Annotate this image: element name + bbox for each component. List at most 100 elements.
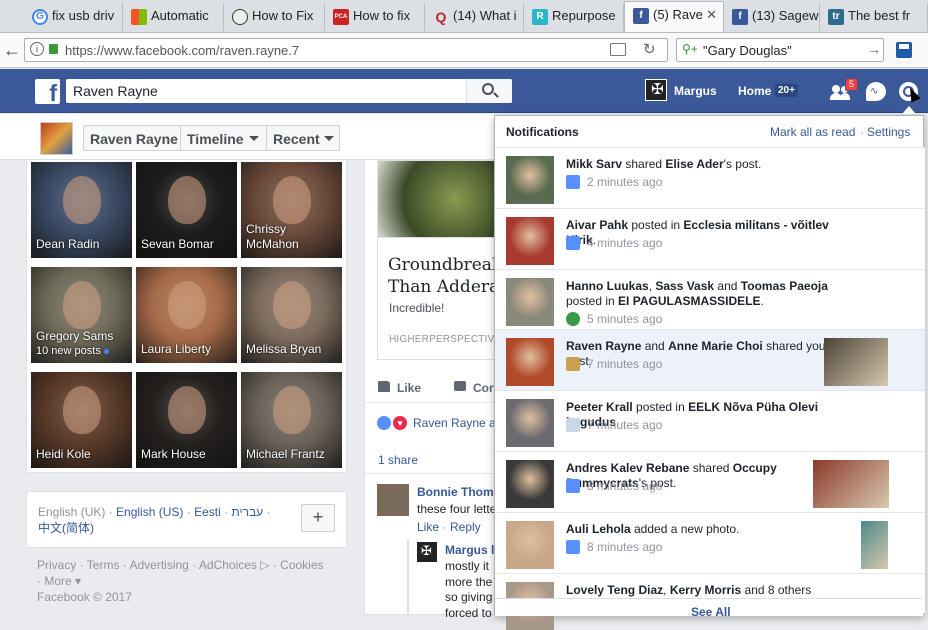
tab-title: Repurpose [552,8,616,23]
browser-search-text[interactable]: "Gary Douglas" [703,43,792,58]
notifications-settings-link[interactable]: Settings [867,125,910,139]
info-icon[interactable]: i [30,42,44,56]
see-all-link[interactable]: See All [691,605,731,619]
notification-item[interactable]: Peeter Krall posted in EELK Nõva Püha Ol… [495,390,925,451]
friend-name[interactable]: Gregory Sams 10 new posts [36,329,113,359]
footer-link[interactable]: More [44,574,71,588]
tab-title: Automatic [151,8,209,23]
footer-link[interactable]: Advertising [129,558,188,572]
browser-tab[interactable]: f (13) Sagew [724,3,820,31]
friend-photo[interactable]: Chrissy McMahon [241,162,342,258]
profile-name-button[interactable]: Raven Rayne [90,131,178,147]
friend-photo[interactable]: Melissa Bryan [241,267,342,363]
friend-photo[interactable]: Heidi Kole [31,372,132,468]
browser-tab[interactable]: How to Fix [224,3,325,31]
comment-author[interactable]: Bonnie Thoma [417,485,500,499]
notification-item[interactable]: Mikk Sarv shared Elise Ader's post. 2 min… [495,147,925,208]
facebook-search-button[interactable] [466,79,512,103]
reply-author[interactable]: Margus l [445,543,494,557]
commenter-avatar[interactable] [377,484,409,516]
like-icon[interactable] [378,381,390,392]
post-link-headline[interactable]: Groundbreak Than Addera [388,254,502,298]
mark-all-read-link[interactable]: Mark all as read [770,125,855,139]
footer-links: Privacy · Terms · Advertising · AdChoice… [37,558,324,604]
footer-link[interactable]: Cookies [280,558,323,572]
add-language-button[interactable]: + [301,504,335,532]
friend-photo[interactable]: Michael Frantz [241,372,342,468]
facebook-search-input[interactable]: Raven Rayne [66,79,512,103]
reactions-names[interactable]: Raven Rayne a [413,416,496,430]
friend-name[interactable]: Sevan Bomar [141,237,214,252]
friend-photo[interactable]: Laura Liberty [136,267,237,363]
browser-tab[interactable]: f (5) Rave ✕ [624,1,724,32]
language-link[interactable]: English (US) [116,505,183,519]
friend-photo[interactable]: Dean Radin [31,162,132,258]
profile-thumbnail[interactable] [40,122,73,155]
timeline-button[interactable]: Timeline [187,131,244,147]
chevron-down-icon[interactable] [249,136,259,141]
notification-time: 5 minutes ago [587,312,663,326]
user-name-link[interactable]: Margus [674,84,717,98]
back-arrow-icon[interactable]: ← [2,39,22,61]
headline-line: Than Addera [388,277,500,297]
friend-name[interactable]: Chrissy McMahon [246,222,299,252]
browser-tab[interactable]: R Repurpose [524,3,624,31]
footer-link[interactable]: Terms [87,558,120,572]
notification-item[interactable]: Auli Lehola added a new photo. 8 minutes … [495,512,925,573]
close-tab-icon[interactable]: ✕ [706,2,717,28]
friend-name[interactable]: Laura Liberty [141,342,211,357]
like-button[interactable]: Like [397,381,421,395]
comment-reply-link[interactable]: Reply [450,520,481,534]
notification-text: Hanno Luukas, Sass Vask and Toomas Paeoj… [566,279,828,308]
browser-search-box[interactable]: ⚲+ "Gary Douglas" → [676,38,884,62]
reply-line: forced to [445,605,492,620]
user-avatar[interactable]: ✠ [645,79,667,101]
comment-icon[interactable] [454,381,466,391]
browser-tab-bar: Gfix usb driv Automatic How to Fix PCA How t… [0,0,928,33]
chevron-down-icon[interactable] [324,136,334,141]
browser-tab[interactable]: tr The best fr [820,3,928,31]
friend-name[interactable]: Michael Frantz [246,447,325,462]
reply-avatar[interactable]: ✠ [417,542,437,562]
url-text[interactable]: https://www.facebook.com/raven.rayne.7 [65,43,299,58]
friend-name[interactable]: Mark House [141,447,206,462]
language-link[interactable]: 中文(简体) [38,521,94,535]
browser-tab[interactable]: Automatic [123,3,224,31]
notification-time: 4 minutes ago [587,236,663,250]
notification-time: 7 minutes ago [587,357,663,371]
reader-view-icon[interactable] [610,43,626,56]
save-page-icon[interactable] [896,42,912,58]
comment-like-link[interactable]: Like [417,520,439,534]
recent-button[interactable]: Recent [273,131,320,147]
notification-item[interactable]: Raven Rayne and Anne Marie Choi shared y… [495,329,925,390]
language-link[interactable]: עברית [231,505,263,519]
facebook-search-text[interactable]: Raven Rayne [73,83,158,99]
notification-item[interactable]: Hanno Luukas, Sass Vask and Toomas Paeoj… [495,269,925,329]
friend-name[interactable]: Dean Radin [36,237,99,252]
notification-time: 8 minutes ago [587,540,663,554]
footer-link[interactable]: AdChoices [199,558,257,572]
browser-tab[interactable]: Gfix usb driv [24,3,123,31]
facebook-logo-icon[interactable]: f [35,79,60,104]
notification-item[interactable]: Aivar Pahk posted in Ecclesia militans -… [495,208,925,269]
browser-tab[interactable]: Q (14) What i [425,3,524,31]
post-link-image[interactable] [377,160,507,238]
friend-name[interactable]: Melissa Bryan [246,342,321,357]
friend-name[interactable]: Heidi Kole [36,447,91,462]
footer-link[interactable]: Privacy [37,558,76,572]
search-engine-icon[interactable]: ⚲+ [682,42,698,56]
home-link[interactable]: Home [738,84,771,98]
address-bar[interactable]: i https://www.facebook.com/raven.rayne.7… [24,38,668,62]
reload-icon[interactable]: ↻ [643,40,656,58]
language-link[interactable]: Eesti [194,505,221,519]
browser-tab[interactable]: PCA How to fix [325,3,425,31]
notification-item[interactable]: Andres Kalev Rebane shared Occupy Dummyc… [495,451,925,512]
messenger-icon[interactable]: ∿ [866,82,886,101]
comment-button[interactable]: Cor [473,381,494,395]
search-go-arrow-icon[interactable]: → [867,41,881,57]
friend-photo[interactable]: Sevan Bomar [136,162,237,258]
friend-photo[interactable]: Mark House [136,372,237,468]
friend-photo[interactable]: Gregory Sams 10 new posts [31,267,132,363]
shares-link[interactable]: 1 share [378,453,418,467]
browser-nav-bar: ← i https://www.facebook.com/raven.rayne… [0,33,928,68]
